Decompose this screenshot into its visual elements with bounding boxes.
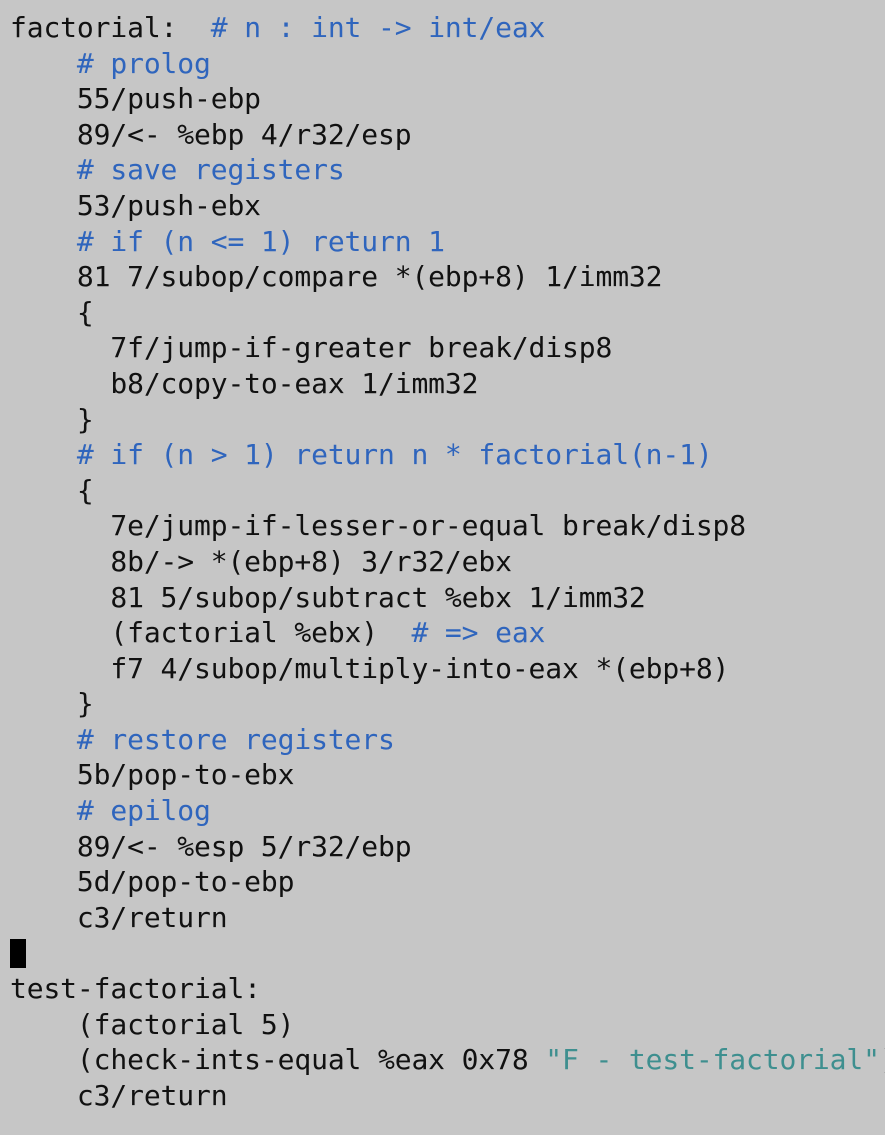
code-line[interactable]: { <box>10 473 885 509</box>
code-text: 89/<- %esp 5/r32/ebp <box>10 829 412 863</box>
code-line[interactable]: (factorial %ebx) # => eax <box>10 615 885 651</box>
code-line[interactable]: # if (n <= 1) return 1 <box>10 224 885 260</box>
code-text: { <box>10 295 94 329</box>
code-string-literal: "F - test-factorial" <box>545 1043 880 1077</box>
code-comment: # n : int -> int/eax <box>210 11 546 44</box>
code-line[interactable]: 5b/pop-to-ebx <box>10 757 885 793</box>
code-text: 55/push-ebp <box>10 82 261 116</box>
code-text: 5d/pop-to-ebp <box>10 865 295 899</box>
code-text: 7f/jump-if-greater break/disp8 <box>10 331 613 365</box>
code-line[interactable]: factorial: # n : int -> int/eax <box>10 10 885 46</box>
code-line[interactable]: f7 4/subop/multiply-into-eax *(ebp+8) <box>10 651 885 687</box>
code-line[interactable]: 89/<- %ebp 4/r32/esp <box>10 117 885 153</box>
code-text: } <box>10 687 94 721</box>
code-text: f7 4/subop/multiply-into-eax *(ebp+8) <box>10 651 730 685</box>
code-line[interactable]: b8/copy-to-eax 1/imm32 <box>10 366 885 402</box>
code-line[interactable]: # epilog <box>10 793 885 829</box>
code-line[interactable] <box>10 935 885 971</box>
code-line[interactable]: } <box>10 402 885 438</box>
code-text: 89/<- %ebp 4/r32/esp <box>10 117 412 151</box>
code-line[interactable]: } <box>10 686 885 722</box>
code-comment: # save registers <box>10 153 345 187</box>
code-line[interactable]: 55/push-ebp <box>10 81 885 117</box>
code-text: factorial: <box>10 11 211 44</box>
code-line[interactable]: test-factorial: <box>10 971 885 1007</box>
code-text: b8/copy-to-eax 1/imm32 <box>10 366 479 400</box>
code-line[interactable]: 81 7/subop/compare *(ebp+8) 1/imm32 <box>10 259 885 295</box>
code-text: ) <box>880 1043 885 1076</box>
code-comment: # restore registers <box>10 722 395 756</box>
code-line[interactable]: # save registers <box>10 152 885 188</box>
code-comment: # if (n > 1) return n * factorial(n-1) <box>10 438 713 472</box>
code-text: 5b/pop-to-ebx <box>10 758 295 792</box>
text-cursor <box>10 939 26 969</box>
code-text: (factorial %ebx) <box>10 616 412 650</box>
code-text: test-factorial: <box>10 972 261 1006</box>
code-line[interactable]: (factorial 5) <box>10 1007 885 1043</box>
code-editor[interactable]: factorial: # n : int -> int/eax # prolog… <box>0 0 885 1135</box>
code-line[interactable]: 8b/-> *(ebp+8) 3/r32/ebx <box>10 544 885 580</box>
code-line[interactable]: 53/push-ebx <box>10 188 885 224</box>
code-line[interactable]: # if (n > 1) return n * factorial(n-1) <box>10 437 885 473</box>
code-text: c3/return <box>10 1078 228 1112</box>
code-text: (check-ints-equal %eax 0x78 <box>10 1043 546 1077</box>
code-comment: # epilog <box>10 794 211 828</box>
code-line[interactable]: 81 5/subop/subtract %ebx 1/imm32 <box>10 580 885 616</box>
code-comment: # prolog <box>10 46 211 80</box>
code-comment: # if (n <= 1) return 1 <box>10 224 445 258</box>
code-line[interactable]: c3/return <box>10 1078 885 1114</box>
code-line[interactable]: 7e/jump-if-lesser-or-equal break/disp8 <box>10 508 885 544</box>
code-line[interactable]: 5d/pop-to-ebp <box>10 864 885 900</box>
code-line[interactable]: c3/return <box>10 900 885 936</box>
code-text: { <box>10 473 94 507</box>
code-line[interactable]: # restore registers <box>10 722 885 758</box>
code-line[interactable]: 7f/jump-if-greater break/disp8 <box>10 330 885 366</box>
code-comment: # => eax <box>411 616 546 650</box>
code-text: c3/return <box>10 900 228 934</box>
code-text: 81 7/subop/compare *(ebp+8) 1/imm32 <box>10 260 663 294</box>
code-text: } <box>10 402 94 436</box>
code-line[interactable]: (check-ints-equal %eax 0x78 "F - test-fa… <box>10 1042 885 1078</box>
code-text: 81 5/subop/subtract %ebx 1/imm32 <box>10 580 646 614</box>
code-line[interactable]: 89/<- %esp 5/r32/ebp <box>10 829 885 865</box>
code-text: 8b/-> *(ebp+8) 3/r32/ebx <box>10 544 512 578</box>
code-line[interactable]: # prolog <box>10 46 885 82</box>
code-line[interactable]: { <box>10 295 885 331</box>
code-text: 7e/jump-if-lesser-or-equal break/disp8 <box>10 509 747 543</box>
code-text: 53/push-ebx <box>10 188 261 222</box>
code-text: (factorial 5) <box>10 1007 295 1041</box>
